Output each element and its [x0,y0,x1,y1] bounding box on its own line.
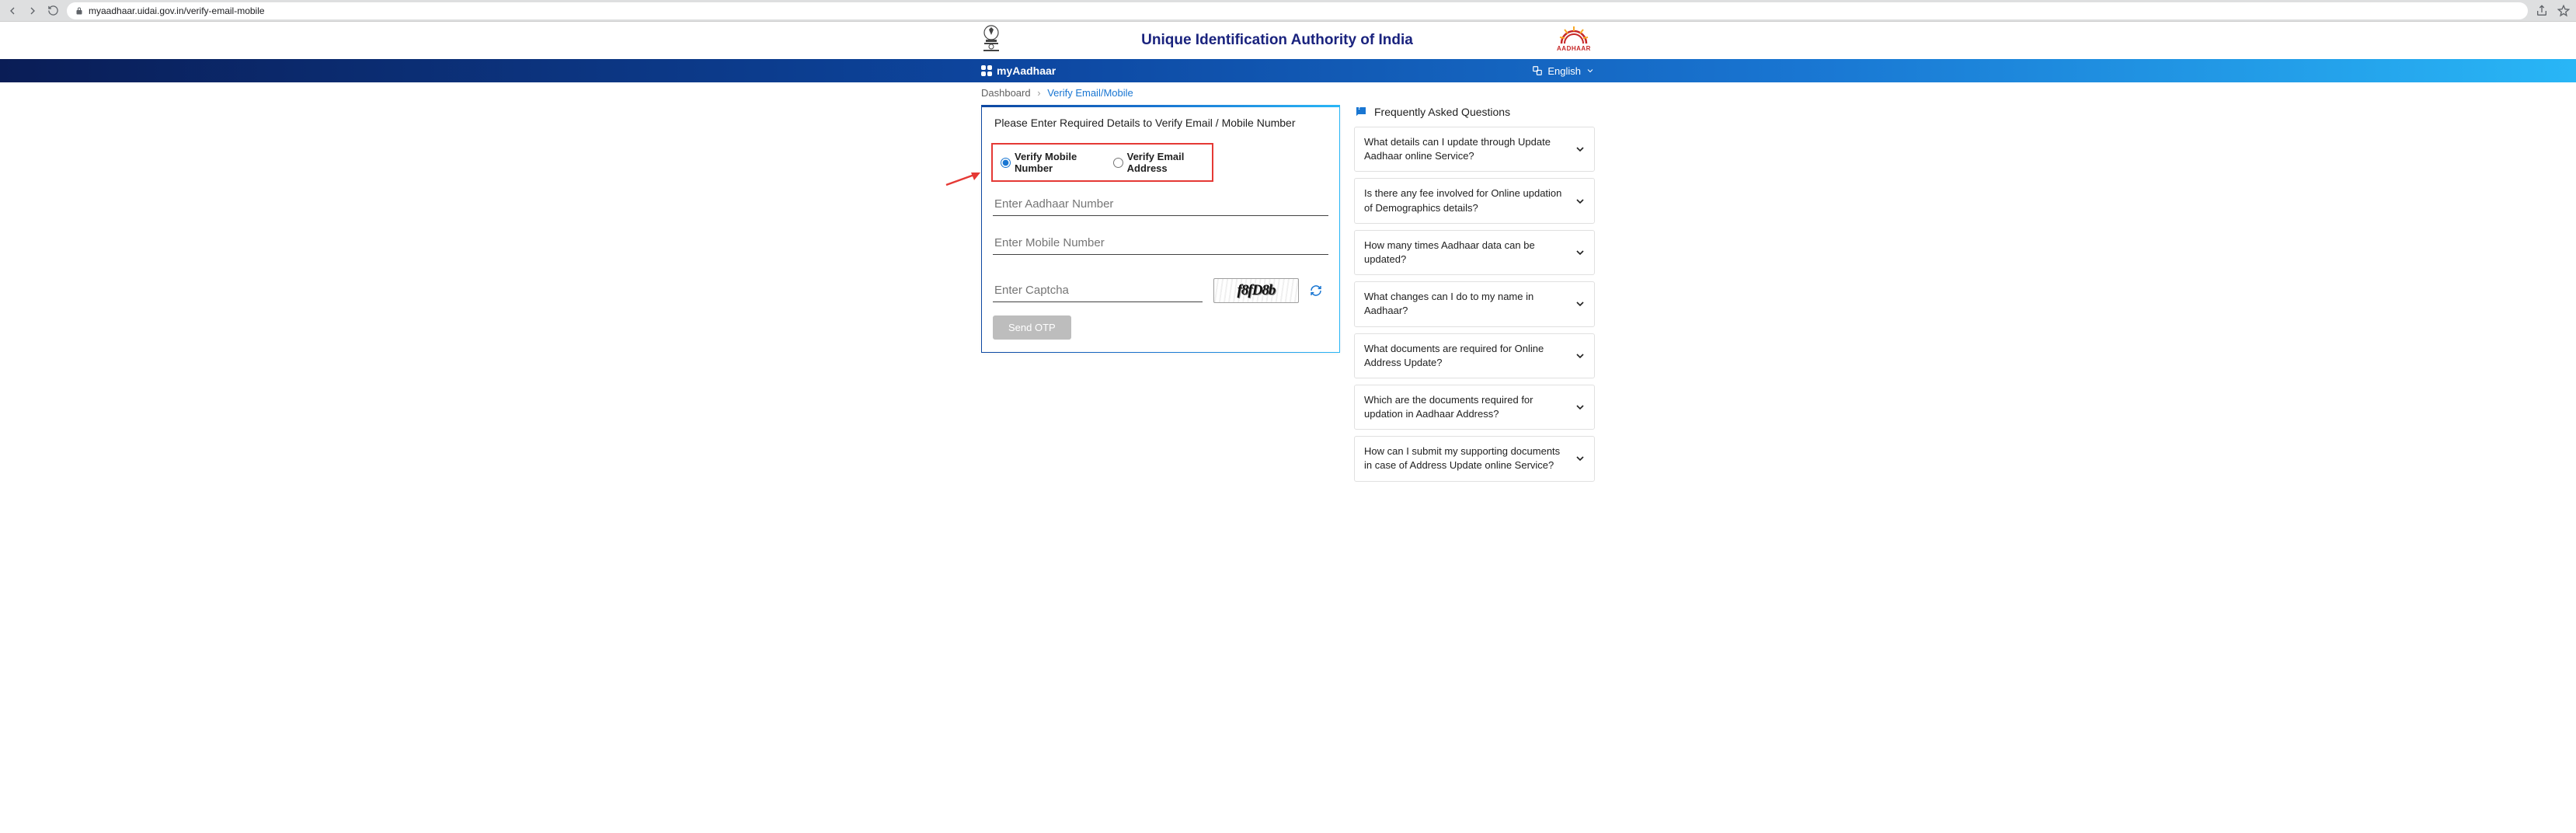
back-icon[interactable] [6,5,19,17]
share-icon[interactable] [2536,5,2548,17]
brand-grid-icon [981,65,992,76]
breadcrumb: Dashboard › Verify Email/Mobile [981,82,1595,103]
faq-item[interactable]: Is there any fee involved for Online upd… [1354,178,1595,223]
chevron-down-icon [1574,452,1586,465]
chevron-right-icon: › [1037,87,1040,99]
browser-chrome: myaadhaar.uidai.gov.in/verify-email-mobi… [0,0,2576,22]
url-bar[interactable]: myaadhaar.uidai.gov.in/verify-email-mobi… [67,2,2528,19]
radio-verify-mobile[interactable]: Verify Mobile Number [1001,151,1095,174]
captcha-input[interactable] [993,279,1203,302]
faq-item[interactable]: Which are the documents required for upd… [1354,385,1595,430]
forward-icon[interactable] [26,5,39,17]
faq-item-text: What changes can I do to my name in Aadh… [1364,291,1533,316]
verify-form-card: Please Enter Required Details to Verify … [981,105,1340,353]
faq-list: What details can I update through Update… [1354,127,1595,482]
navbar: myAadhaar English [0,59,2576,82]
faq-item-text: Is there any fee involved for Online upd… [1364,187,1561,213]
form-lead: Please Enter Required Details to Verify … [993,117,1328,129]
translate-icon [1532,65,1543,76]
radio-verify-email-input[interactable] [1113,158,1123,168]
faq-item-text: Which are the documents required for upd… [1364,394,1533,420]
faq-column: ? Frequently Asked Questions What detail… [1354,105,1595,488]
india-emblem-icon [981,25,1001,56]
language-select[interactable]: English [1532,65,1595,77]
aadhaar-logo-text: AADHAAR [1557,45,1591,52]
captcha-image: f8fD8b [1213,278,1299,303]
radio-verify-mobile-label: Verify Mobile Number [1015,151,1095,174]
faq-item[interactable]: What documents are required for Online A… [1354,333,1595,378]
captcha-reload-icon[interactable] [1310,284,1322,297]
lock-icon [75,6,84,16]
faq-item-text: What details can I update through Update… [1364,136,1551,162]
faq-item[interactable]: What details can I update through Update… [1354,127,1595,172]
star-icon[interactable] [2557,5,2570,17]
url-text: myaadhaar.uidai.gov.in/verify-email-mobi… [89,5,265,16]
brand[interactable]: myAadhaar [981,64,1056,77]
brand-label: myAadhaar [997,64,1056,77]
chevron-down-icon [1574,246,1586,259]
faq-title: Frequently Asked Questions [1374,106,1510,118]
faq-chat-icon: ? [1354,105,1368,119]
annotation-arrow-icon [945,171,980,188]
faq-item[interactable]: How can I submit my supporting documents… [1354,436,1595,481]
verify-type-radio-group: Verify Mobile Number Verify Email Addres… [991,143,1213,182]
faq-header: ? Frequently Asked Questions [1354,105,1595,119]
send-otp-button[interactable]: Send OTP [993,315,1071,340]
faq-item[interactable]: How many times Aadhaar data can be updat… [1354,230,1595,275]
chevron-down-icon [1574,401,1586,413]
radio-verify-mobile-input[interactable] [1001,158,1011,168]
breadcrumb-root[interactable]: Dashboard [981,87,1031,99]
radio-verify-email-label: Verify Email Address [1127,151,1204,174]
faq-item-text: How can I submit my supporting documents… [1364,445,1560,471]
faq-item-text: How many times Aadhaar data can be updat… [1364,239,1535,265]
aadhaar-logo-icon: AADHAAR [1553,26,1595,54]
mobile-number-input[interactable] [993,232,1328,255]
faq-item-text: What documents are required for Online A… [1364,343,1544,368]
chevron-down-icon [1586,66,1595,75]
chevron-down-icon [1574,195,1586,207]
header-title: Unique Identification Authority of India [1001,32,1553,49]
aadhaar-number-input[interactable] [993,193,1328,216]
chevron-down-icon [1574,298,1586,310]
breadcrumb-current: Verify Email/Mobile [1047,87,1133,99]
faq-item[interactable]: What changes can I do to my name in Aadh… [1354,281,1595,326]
language-label: English [1547,65,1581,77]
chevron-down-icon [1574,143,1586,155]
header: Unique Identification Authority of India… [981,22,1595,59]
radio-verify-email[interactable]: Verify Email Address [1113,151,1204,174]
reload-icon[interactable] [47,5,59,17]
chevron-down-icon [1574,350,1586,362]
